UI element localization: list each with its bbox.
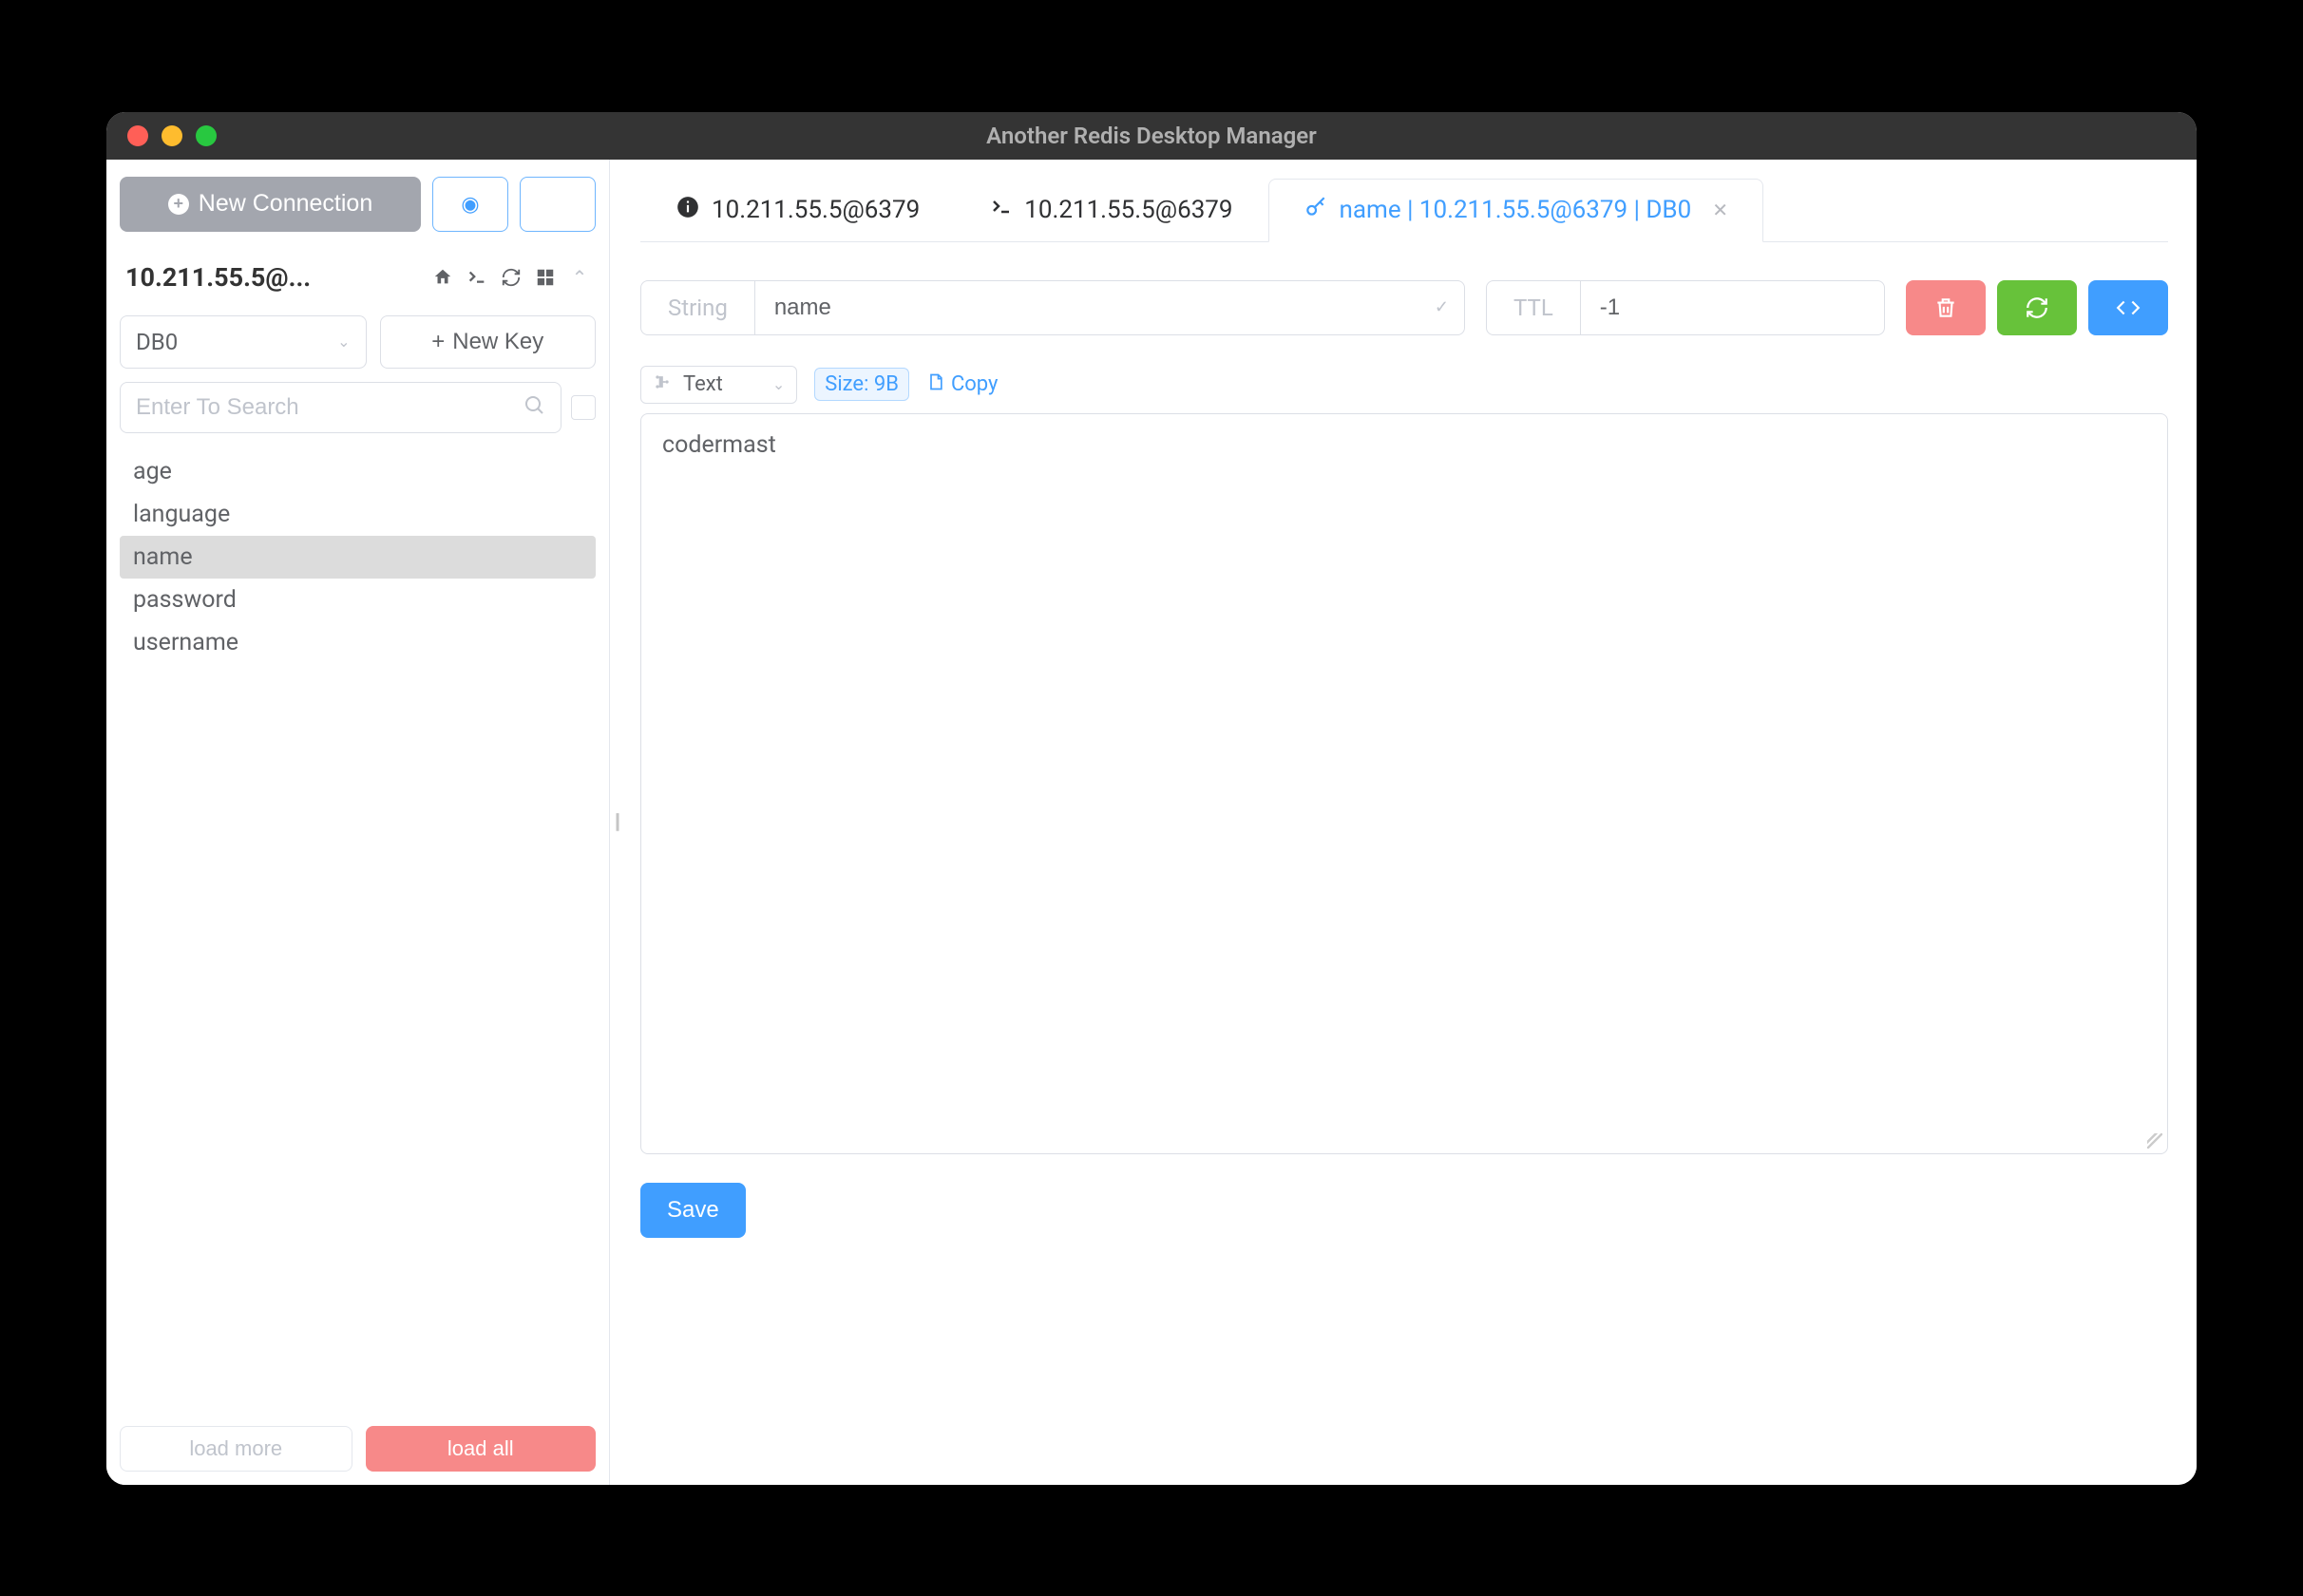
- settings-button[interactable]: ◉: [432, 177, 508, 232]
- code-button[interactable]: [2088, 280, 2168, 335]
- document-icon: [926, 372, 945, 397]
- window-maximize-button[interactable]: [196, 125, 217, 146]
- refresh-icon[interactable]: [501, 267, 522, 288]
- ttl-field: TTL ✕ ✓: [1486, 280, 1885, 335]
- app-window: Another Redis Desktop Manager + New Conn…: [106, 112, 2197, 1485]
- tab-label: name | 10.211.55.5@6379 | DB0: [1340, 196, 1692, 224]
- delete-button[interactable]: [1906, 280, 1986, 335]
- plus-circle-icon: +: [168, 194, 189, 215]
- chevron-up-icon[interactable]: ⌃: [569, 267, 590, 288]
- key-list: age language name password username: [120, 450, 596, 1413]
- sidebar: + New Connection ◉ 10.211.55.5@...: [106, 160, 610, 1485]
- pane-splitter[interactable]: ||: [610, 160, 621, 1485]
- value-textarea[interactable]: [640, 413, 2168, 1154]
- window-minimize-button[interactable]: [162, 125, 182, 146]
- window-close-button[interactable]: [127, 125, 148, 146]
- new-key-button[interactable]: + New Key: [380, 315, 597, 369]
- resize-handle-icon[interactable]: [2147, 1133, 2162, 1149]
- ttl-input[interactable]: [1581, 281, 1913, 334]
- type-label: String: [641, 281, 755, 334]
- connection-name: 10.211.55.5@...: [125, 262, 311, 293]
- view-mode-select[interactable]: Text ⌄: [640, 366, 797, 404]
- search-icon[interactable]: [523, 393, 545, 422]
- copy-button[interactable]: Copy: [926, 372, 999, 397]
- code-icon: [2116, 295, 2141, 320]
- chevron-down-icon: ⌄: [337, 332, 350, 351]
- search-row: [120, 382, 596, 433]
- type-name-field: String ✓: [640, 280, 1465, 335]
- info-icon: [676, 195, 700, 226]
- db-select[interactable]: DB0 ⌄: [120, 315, 367, 369]
- sidebar-footer: load more load all: [120, 1413, 596, 1472]
- exact-match-checkbox[interactable]: [571, 395, 596, 420]
- main-panel: 10.211.55.5@6379 10.211.55.5@6379 name |…: [621, 160, 2197, 1485]
- terminal-icon[interactable]: [466, 267, 487, 288]
- view-mode-value: Text: [683, 372, 723, 396]
- tab-bar: 10.211.55.5@6379 10.211.55.5@6379 name |…: [640, 179, 2168, 242]
- tab-info[interactable]: 10.211.55.5@6379: [640, 179, 955, 241]
- refresh-icon: [2025, 295, 2049, 320]
- key-item[interactable]: name: [120, 536, 596, 579]
- search-box[interactable]: [120, 382, 561, 433]
- key-name-input[interactable]: [755, 281, 1435, 334]
- new-key-label: New Key: [452, 329, 543, 355]
- traffic-lights: [127, 125, 217, 146]
- new-connection-button[interactable]: + New Connection: [120, 177, 421, 232]
- key-item[interactable]: age: [120, 450, 596, 493]
- terminal-icon: [990, 196, 1013, 225]
- load-all-button[interactable]: load all: [366, 1426, 597, 1472]
- db-newkey-row: DB0 ⌄ + New Key: [120, 315, 596, 369]
- value-box-wrap: [640, 413, 2168, 1154]
- chevron-down-icon: ⌄: [772, 375, 785, 393]
- tab-key-detail[interactable]: name | 10.211.55.5@6379 | DB0 ✕: [1268, 179, 1763, 242]
- plus-icon: +: [431, 329, 445, 355]
- sidebar-top-row: + New Connection ◉: [120, 177, 596, 232]
- key-item[interactable]: password: [120, 579, 596, 621]
- grid-icon[interactable]: [535, 267, 556, 288]
- close-icon[interactable]: ✕: [1712, 199, 1728, 221]
- key-item[interactable]: language: [120, 493, 596, 536]
- refresh-button[interactable]: [1997, 280, 2077, 335]
- save-button[interactable]: Save: [640, 1183, 746, 1238]
- new-connection-label: New Connection: [199, 190, 372, 218]
- ttl-label: TTL: [1487, 281, 1581, 334]
- search-input[interactable]: [136, 394, 523, 421]
- copy-label: Copy: [951, 372, 999, 396]
- titlebar: Another Redis Desktop Manager: [106, 112, 2197, 160]
- key-icon: [1304, 195, 1328, 226]
- log-button[interactable]: [520, 177, 596, 232]
- action-buttons: [1906, 280, 2168, 335]
- tab-terminal[interactable]: 10.211.55.5@6379: [955, 179, 1267, 241]
- tab-label: 10.211.55.5@6379: [712, 196, 920, 224]
- key-item[interactable]: username: [120, 621, 596, 664]
- app-body: + New Connection ◉ 10.211.55.5@...: [106, 160, 2197, 1485]
- tab-label: 10.211.55.5@6379: [1024, 196, 1232, 224]
- home-icon[interactable]: [432, 267, 453, 288]
- connection-header[interactable]: 10.211.55.5@... ⌃: [120, 262, 596, 293]
- size-badge: Size: 9B: [814, 368, 909, 401]
- value-meta-row: Text ⌄ Size: 9B Copy: [640, 366, 2168, 404]
- db-select-value: DB0: [136, 329, 178, 355]
- window-title: Another Redis Desktop Manager: [986, 123, 1317, 149]
- tree-icon: [653, 372, 672, 397]
- check-icon[interactable]: ✓: [1435, 297, 1464, 317]
- target-icon: ◉: [461, 192, 479, 217]
- key-toolbar: String ✓ TTL ✕ ✓: [640, 280, 2168, 335]
- trash-icon: [1933, 295, 1958, 320]
- load-more-button[interactable]: load more: [120, 1426, 352, 1472]
- connection-toolbar: ⌃: [432, 267, 590, 288]
